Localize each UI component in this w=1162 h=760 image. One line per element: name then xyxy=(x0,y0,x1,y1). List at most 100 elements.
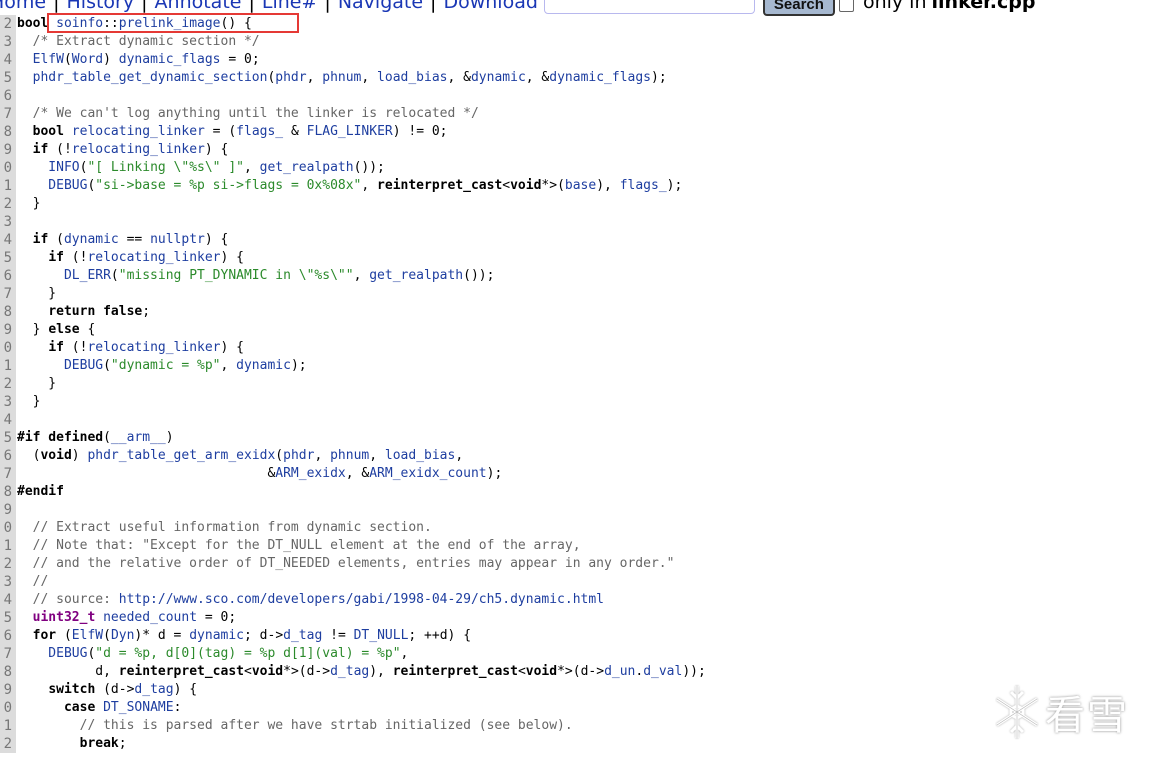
line-number[interactable]: 7 xyxy=(0,285,16,303)
identifier-token[interactable]: dynamic xyxy=(471,70,526,85)
line-number[interactable]: 3 xyxy=(0,33,16,51)
identifier-token[interactable]: DT_NULL xyxy=(354,628,409,643)
nav-navigate-link[interactable]: Navigate xyxy=(338,0,423,13)
identifier-token[interactable]: dynamic xyxy=(189,628,244,643)
nav-history-link[interactable]: History xyxy=(67,0,135,13)
identifier-token[interactable]: DL_ERR xyxy=(17,268,111,283)
line-number[interactable]: 0 xyxy=(0,159,16,177)
identifier-token[interactable]: relocating_linker xyxy=(87,250,220,265)
identifier-token[interactable]: load_bias xyxy=(377,70,447,85)
identifier-token[interactable]: DEBUG xyxy=(17,178,87,193)
line-number[interactable]: 9 xyxy=(0,321,16,339)
line-number[interactable]: 1 xyxy=(0,537,16,555)
line-number[interactable]: 4 xyxy=(0,591,16,609)
line-number[interactable]: 0 xyxy=(0,519,16,537)
identifier-token[interactable]: DEBUG xyxy=(17,358,103,373)
line-number[interactable]: 0 xyxy=(0,699,16,717)
nav-annotate-link[interactable]: Annotate xyxy=(155,0,242,13)
line-number[interactable]: 4 xyxy=(0,51,16,69)
line-number[interactable]: 7 xyxy=(0,465,16,483)
identifier-token[interactable]: dynamic_flags xyxy=(549,70,651,85)
line-number[interactable]: 8 xyxy=(0,663,16,681)
line-number[interactable]: 5 xyxy=(0,609,16,627)
line-number[interactable]: 4 xyxy=(0,231,16,249)
line-number[interactable]: 2 xyxy=(0,195,16,213)
line-number[interactable]: 2 xyxy=(0,555,16,573)
line-number[interactable]: 3 xyxy=(0,213,16,231)
nav-home-link[interactable]: Home xyxy=(0,0,46,13)
line-number[interactable]: 2 xyxy=(0,15,16,33)
identifier-token[interactable]: ARM_exidx_count xyxy=(369,466,486,481)
identifier-token[interactable]: relocating_linker xyxy=(72,142,205,157)
identifier-token[interactable]: load_bias xyxy=(385,448,455,463)
identifier-token[interactable]: d_tag xyxy=(134,682,173,697)
identifier-token[interactable]: ElfW xyxy=(72,628,103,643)
line-number[interactable]: 0 xyxy=(0,339,16,357)
line-number[interactable]: 1 xyxy=(0,177,16,195)
search-input[interactable] xyxy=(543,0,755,14)
identifier-token[interactable]: ARM_exidx xyxy=(275,466,345,481)
identifier-token[interactable]: phdr_table_get_arm_exidx xyxy=(87,448,275,463)
line-number[interactable]: 2 xyxy=(0,735,16,753)
line-number[interactable]: 3 xyxy=(0,393,16,411)
identifier-token[interactable]: phdr_table_get_dynamic_section xyxy=(17,70,268,85)
line-number[interactable]: 8 xyxy=(0,123,16,141)
identifier-token[interactable]: phdr xyxy=(275,70,306,85)
line-number[interactable]: 9 xyxy=(0,681,16,699)
identifier-token[interactable]: soinfo xyxy=(48,16,103,31)
identifier-token[interactable]: d_tag xyxy=(330,664,369,679)
identifier-token[interactable]: relocating_linker xyxy=(64,124,205,139)
code-line: 8 d, reinterpret_cast<void*>(d->d_tag), … xyxy=(0,663,1162,681)
line-number[interactable]: 1 xyxy=(0,357,16,375)
line-number[interactable]: 5 xyxy=(0,429,16,447)
only-in-file-checkbox[interactable] xyxy=(838,0,854,12)
identifier-token[interactable]: d_val xyxy=(643,664,682,679)
search-button[interactable]: Search xyxy=(762,0,835,16)
identifier-token[interactable]: __arm__ xyxy=(111,430,166,445)
identifier-token[interactable]: relocating_linker xyxy=(87,340,220,355)
line-number[interactable]: 3 xyxy=(0,573,16,591)
line-number[interactable]: 8 xyxy=(0,483,16,501)
line-number[interactable]: 6 xyxy=(0,627,16,645)
nav-line-number-link[interactable]: Line# xyxy=(262,0,318,13)
identifier-token[interactable]: DT_SONAME xyxy=(95,700,173,715)
identifier-token[interactable]: d_tag xyxy=(283,628,322,643)
identifier-token[interactable]: Word xyxy=(72,52,103,67)
line-number[interactable]: 2 xyxy=(0,375,16,393)
line-number[interactable]: 9 xyxy=(0,501,16,519)
identifier-token[interactable]: d_un xyxy=(604,664,635,679)
line-number[interactable]: 8 xyxy=(0,303,16,321)
identifier-token[interactable]: dynamic xyxy=(236,358,291,373)
identifier-token[interactable]: ElfW xyxy=(17,52,64,67)
line-number[interactable]: 4 xyxy=(0,411,16,429)
line-number[interactable]: 6 xyxy=(0,447,16,465)
identifier-token[interactable]: phnum xyxy=(330,448,369,463)
line-number[interactable]: 7 xyxy=(0,105,16,123)
line-number[interactable]: 5 xyxy=(0,249,16,267)
identifier-token[interactable]: flags_ xyxy=(236,124,283,139)
identifier-token[interactable]: INFO xyxy=(17,160,79,175)
nav-download-link[interactable]: Download xyxy=(443,0,537,13)
line-number[interactable]: 6 xyxy=(0,87,16,105)
url-link[interactable]: http://www.sco.com/developers/gabi/1998-… xyxy=(119,592,604,607)
identifier-token[interactable]: dynamic xyxy=(64,232,119,247)
identifier-token[interactable]: get_realpath xyxy=(369,268,463,283)
identifier-token[interactable]: FLAG_LINKER xyxy=(307,124,393,139)
identifier-token[interactable]: Dyn xyxy=(111,628,134,643)
identifier-token[interactable]: needed_count xyxy=(95,610,197,625)
identifier-token[interactable]: DEBUG xyxy=(17,646,87,661)
identifier-token[interactable]: phnum xyxy=(322,70,361,85)
identifier-token[interactable]: dynamic_flags xyxy=(119,52,221,67)
identifier-token[interactable]: base xyxy=(565,178,596,193)
identifier-token[interactable]: flags_ xyxy=(620,178,667,193)
line-number[interactable]: 7 xyxy=(0,645,16,663)
line-number[interactable]: 6 xyxy=(0,267,16,285)
identifier-token[interactable]: get_realpath xyxy=(260,160,354,175)
line-number[interactable]: 5 xyxy=(0,69,16,87)
identifier-token[interactable]: nullptr xyxy=(150,232,205,247)
line-number[interactable]: 9 xyxy=(0,141,16,159)
identifier-token[interactable]: phdr xyxy=(283,448,314,463)
identifier-token[interactable]: prelink_image xyxy=(119,16,221,31)
line-number[interactable]: 1 xyxy=(0,717,16,735)
